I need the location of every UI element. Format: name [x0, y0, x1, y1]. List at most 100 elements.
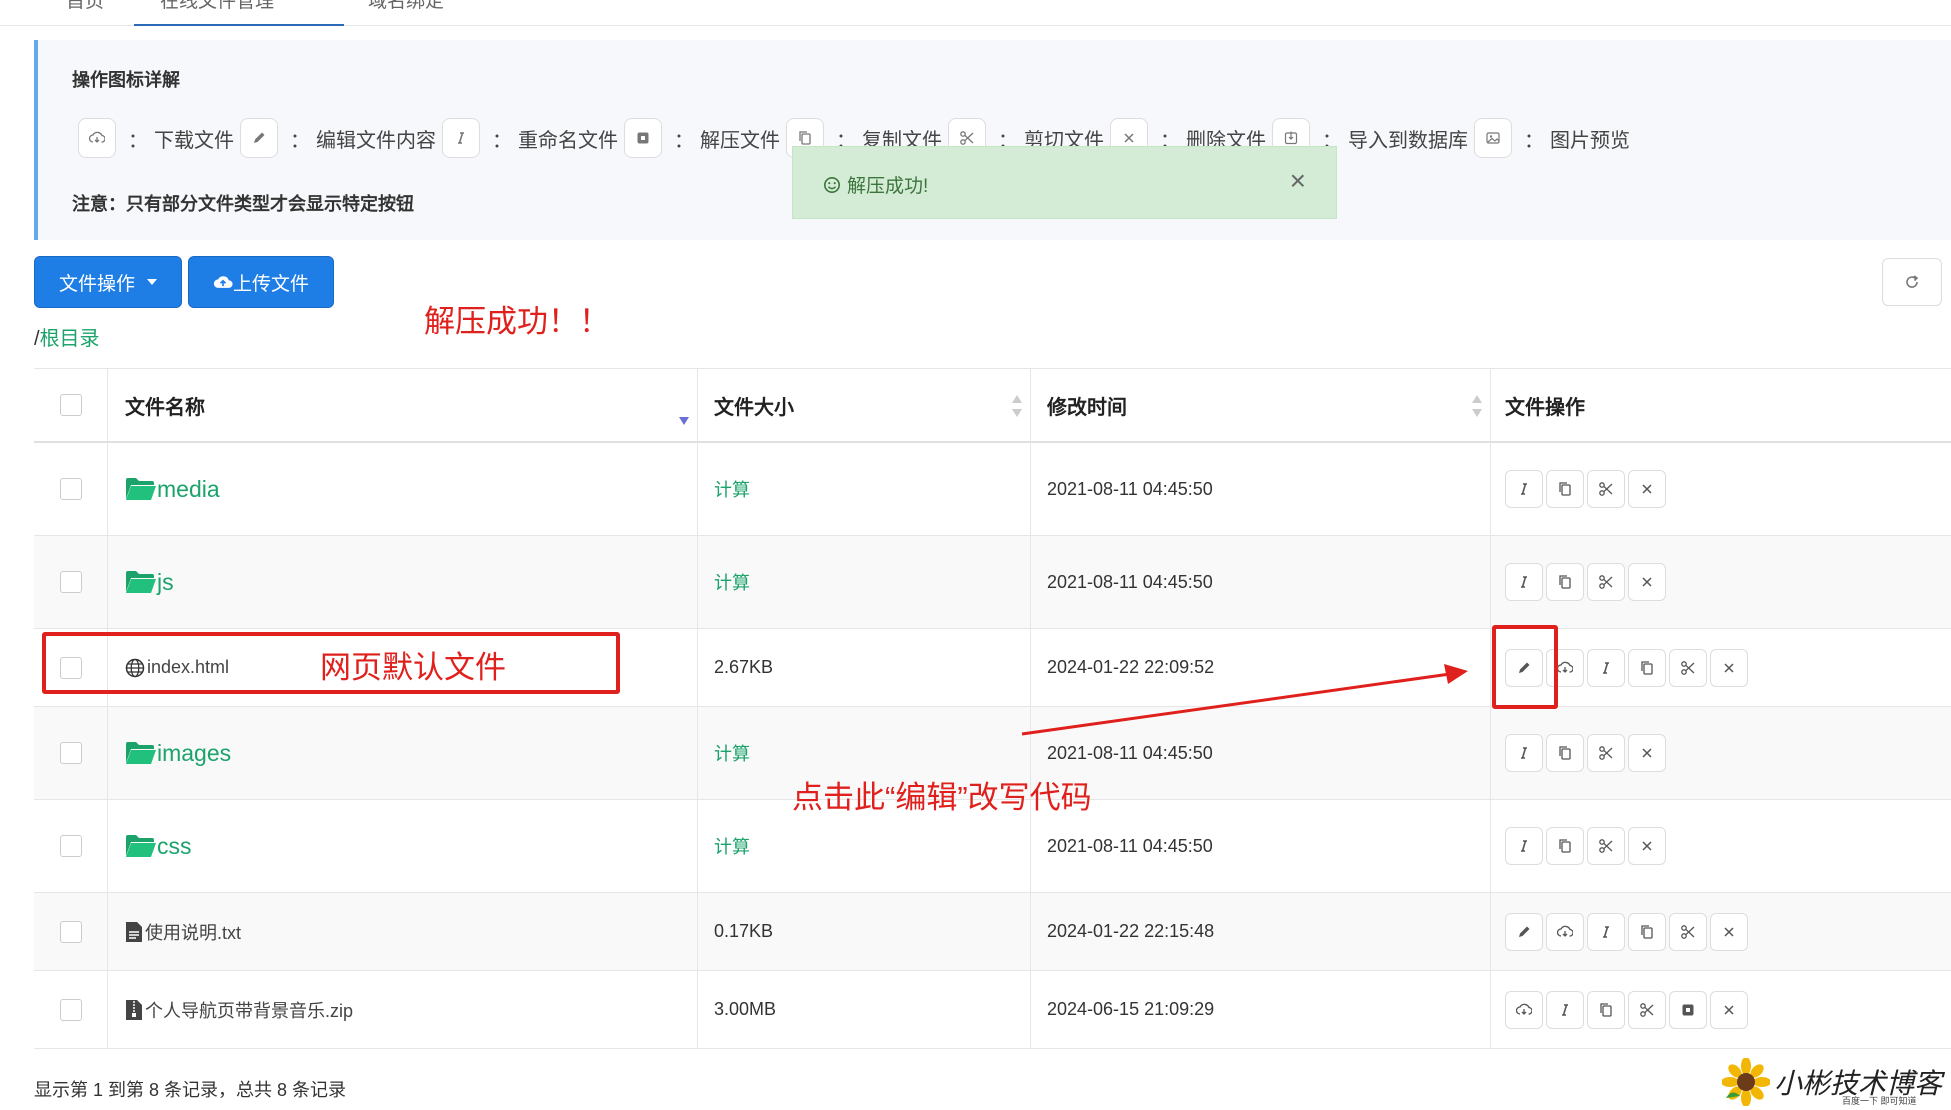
scissors-icon	[1639, 1002, 1655, 1018]
header-mtime-label: 修改时间	[1047, 396, 1127, 419]
modified-time: 2021-08-11 04:45:50	[1047, 478, 1213, 499]
close-icon	[1639, 481, 1655, 497]
calc-size-link[interactable]: 计算	[714, 569, 750, 595]
pencil-icon	[240, 118, 278, 158]
folder-link[interactable]: images	[125, 740, 231, 767]
caret-down-icon	[147, 279, 157, 285]
copy-button[interactable]	[1546, 734, 1584, 772]
download-button[interactable]	[1546, 912, 1584, 951]
watermark-subtitle: 百度一下 即可知道	[1842, 1096, 1917, 1106]
copy-button[interactable]	[1546, 470, 1584, 508]
copy-button[interactable]	[1546, 827, 1584, 865]
row-checkbox[interactable]	[59, 920, 82, 943]
rename-icon	[1598, 660, 1614, 676]
close-icon	[1639, 838, 1655, 854]
close-button[interactable]	[1710, 648, 1748, 687]
modified-time: 2024-01-22 22:15:48	[1047, 921, 1215, 941]
file-name: 使用说明.txt	[145, 922, 242, 943]
scissors-button[interactable]	[1587, 827, 1625, 865]
copy-button[interactable]	[1546, 563, 1584, 601]
close-button[interactable]	[1628, 734, 1666, 772]
rename-button[interactable]	[1505, 470, 1543, 508]
scissors-button[interactable]	[1587, 470, 1625, 508]
rename-button[interactable]	[1505, 827, 1543, 865]
close-button[interactable]	[1710, 990, 1748, 1029]
row-actions	[1505, 470, 1669, 508]
header-ops: 文件操作	[1491, 369, 1951, 441]
row-checkbox[interactable]	[59, 571, 82, 593]
tab-home[interactable]: 首页	[66, 0, 104, 13]
unzip-icon	[624, 118, 662, 158]
folder-link[interactable]: media	[125, 476, 220, 503]
header-mtime[interactable]: 修改时间	[1031, 369, 1491, 441]
file-link[interactable]: 使用说明.txt	[125, 919, 241, 945]
rename-button[interactable]	[1587, 648, 1625, 687]
annotation-box-edit	[1492, 625, 1558, 709]
scissors-button[interactable]	[1669, 912, 1707, 951]
image-preview-icon	[1474, 118, 1512, 158]
text-file-icon	[125, 921, 143, 943]
close-button[interactable]	[1628, 563, 1666, 601]
copy-icon	[1557, 745, 1573, 761]
row-checkbox[interactable]	[59, 835, 82, 857]
download-button[interactable]	[1505, 990, 1543, 1029]
table-header-row: 文件名称 文件大小 修改时间 文件操作	[34, 369, 1951, 443]
row-checkbox[interactable]	[59, 478, 82, 500]
folder-link[interactable]: js	[125, 569, 174, 596]
breadcrumb-root-link[interactable]: 根目录	[40, 328, 100, 350]
header-name[interactable]: 文件名称	[108, 369, 698, 441]
scissors-button[interactable]	[1587, 563, 1625, 601]
scissors-icon	[1680, 660, 1696, 676]
file-ops-dropdown-button[interactable]: 文件操作	[34, 256, 182, 308]
legend-colon: ：	[290, 129, 310, 152]
copy-button[interactable]	[1628, 648, 1666, 687]
unzip-button[interactable]	[1669, 990, 1707, 1029]
scissors-button[interactable]	[1669, 648, 1707, 687]
row-actions	[1505, 912, 1751, 951]
close-button[interactable]	[1710, 912, 1748, 951]
row-checkbox[interactable]	[59, 742, 82, 764]
rename-button[interactable]	[1546, 990, 1584, 1029]
copy-button[interactable]	[1628, 912, 1666, 951]
table-row: media 计算 2021-08-11 04:45:50	[34, 443, 1951, 536]
pagination-info: 显示第 1 到第 8 条记录，总共 8 条记录	[34, 1080, 347, 1100]
legend-label: 编辑文件内容	[316, 129, 436, 152]
file-name: media	[157, 475, 220, 502]
folder-icon	[125, 569, 157, 595]
calc-size-link[interactable]: 计算	[714, 833, 750, 859]
file-size: 3.00MB	[714, 999, 777, 1019]
table-row: 个人导航页带背景音乐.zip 3.00MB 2024-06-15 21:09:29	[34, 971, 1951, 1049]
rename-button[interactable]	[1587, 912, 1625, 951]
scissors-button[interactable]	[1628, 990, 1666, 1029]
tab-file-manager[interactable]: 在线文件管理	[134, 0, 344, 26]
refresh-button[interactable]	[1882, 258, 1942, 306]
row-checkbox[interactable]	[59, 998, 82, 1021]
select-all-checkbox[interactable]	[59, 394, 82, 416]
toast-close-button[interactable]: ×	[1290, 165, 1306, 197]
close-button[interactable]	[1628, 827, 1666, 865]
close-button[interactable]	[1628, 470, 1666, 508]
legend-label: 重命名文件	[518, 129, 618, 152]
scissors-button[interactable]	[1587, 734, 1625, 772]
calc-size-link[interactable]: 计算	[714, 740, 750, 766]
legend-colon: ：	[492, 129, 512, 152]
zip-file-icon	[125, 999, 143, 1021]
calc-size-link[interactable]: 计算	[714, 476, 750, 502]
copy-icon	[1557, 481, 1573, 497]
annotation-arrow	[1021, 664, 1468, 736]
copy-button[interactable]	[1587, 990, 1625, 1029]
cloud-upload-icon	[213, 276, 233, 288]
upload-button[interactable]: 上传文件	[188, 256, 334, 308]
file-name: 个人导航页带背景音乐.zip	[145, 1000, 354, 1021]
pencil-icon	[1516, 924, 1532, 940]
legend-label: 下载文件	[154, 129, 234, 152]
pencil-button[interactable]	[1505, 912, 1543, 951]
tab-domain-binding[interactable]: 域名绑定	[368, 0, 444, 13]
file-link[interactable]: 个人导航页带背景音乐.zip	[125, 997, 353, 1023]
header-size[interactable]: 文件大小	[698, 369, 1031, 441]
folder-link[interactable]: css	[125, 833, 192, 860]
download-icon	[1557, 924, 1573, 940]
copy-icon	[1557, 838, 1573, 854]
rename-button[interactable]	[1505, 734, 1543, 772]
rename-button[interactable]	[1505, 563, 1543, 601]
